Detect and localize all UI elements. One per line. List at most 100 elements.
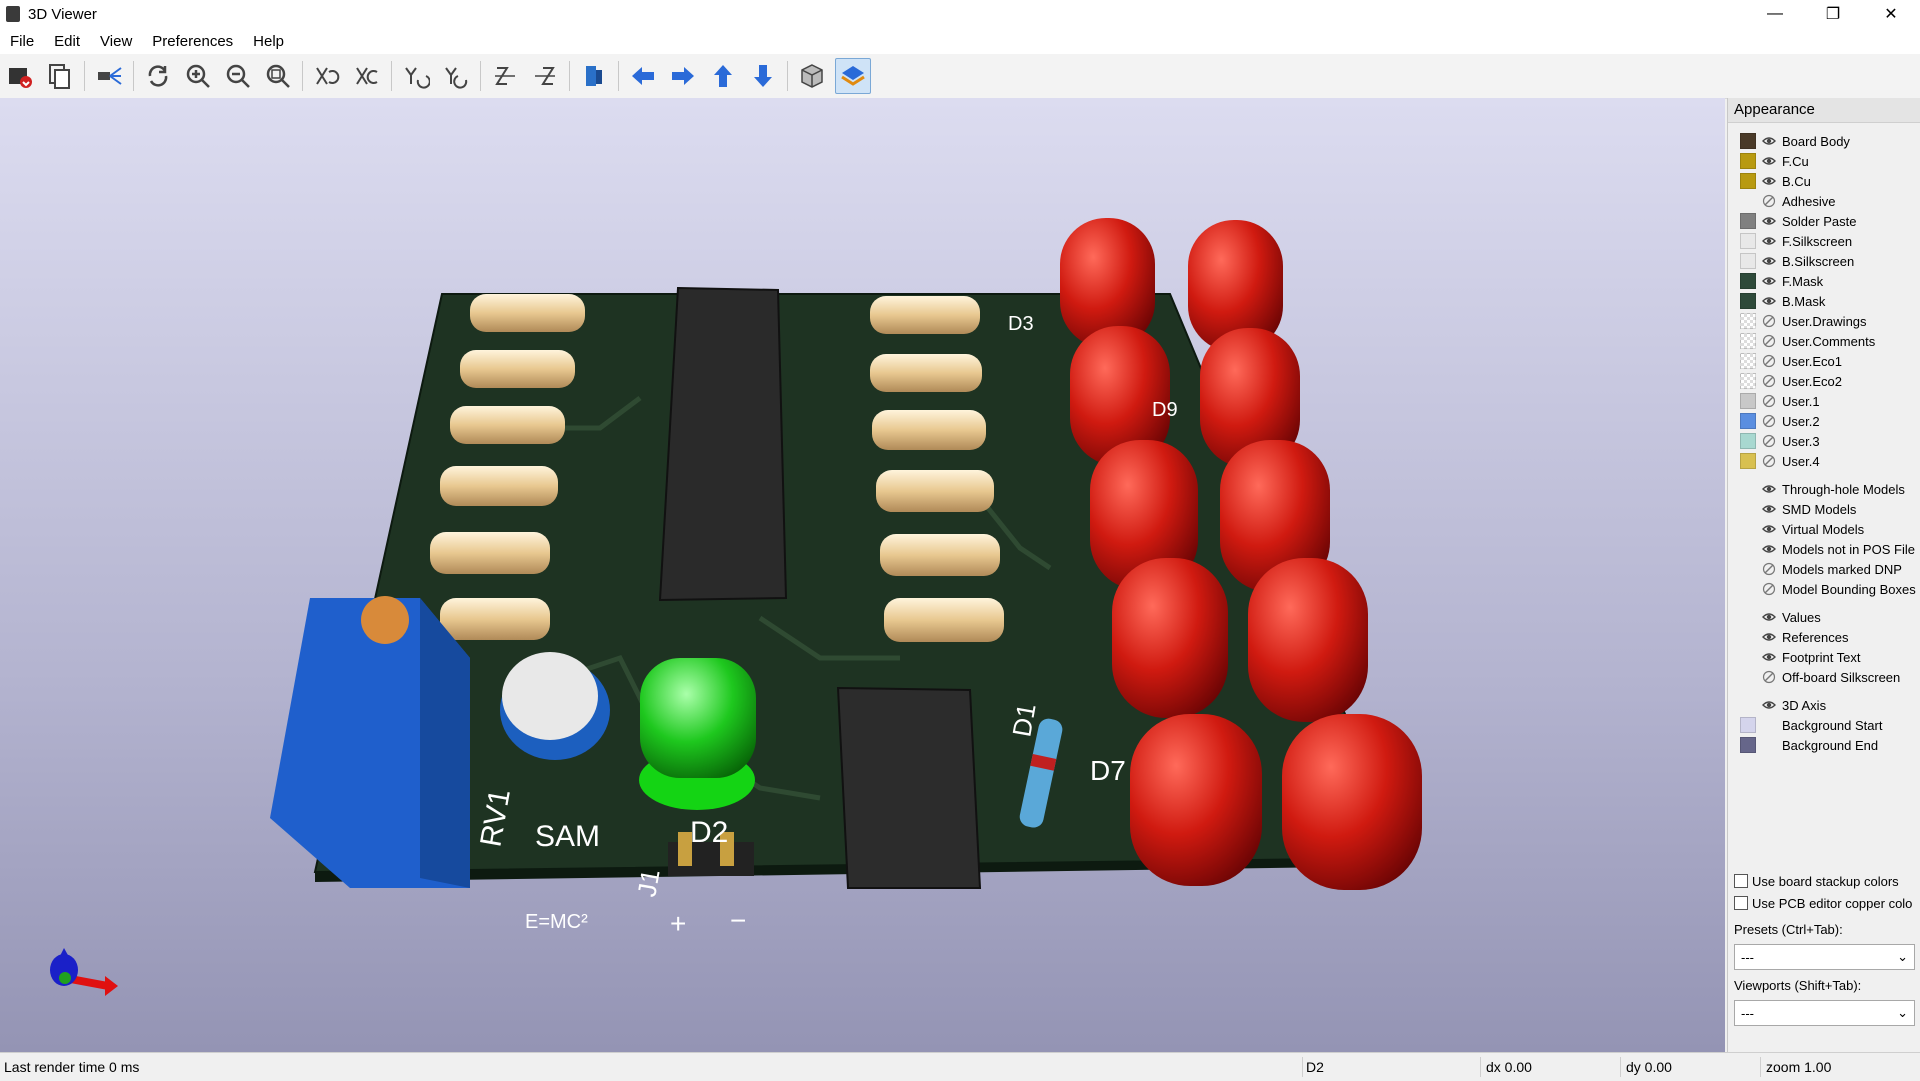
layers-row[interactable]: Solder Paste	[1728, 211, 1920, 231]
menu-file[interactable]: File	[0, 33, 44, 50]
menu-view[interactable]: View	[90, 33, 142, 50]
layers-row[interactable]: User.Eco1	[1728, 351, 1920, 371]
menu-help[interactable]: Help	[243, 33, 294, 50]
misc-label: Background Start	[1782, 717, 1883, 733]
layers-row[interactable]: F.Mask	[1728, 271, 1920, 291]
label-emc: E=MC²	[525, 911, 588, 933]
label-d1: D1	[1006, 701, 1041, 739]
layers-row[interactable]: User.3	[1728, 431, 1920, 451]
models-label: Model Bounding Boxes	[1782, 581, 1916, 597]
layers-row[interactable]: F.Cu	[1728, 151, 1920, 171]
layers-row[interactable]: Adhesive	[1728, 191, 1920, 211]
pan-left-icon[interactable]	[626, 59, 660, 93]
status-dx: dx 0.00	[1486, 1059, 1532, 1075]
layers-row[interactable]: F.Silkscreen	[1728, 231, 1920, 251]
color-swatch	[1740, 173, 1756, 189]
models-row[interactable]: Through-hole Models	[1728, 479, 1920, 499]
reload-icon[interactable]	[141, 59, 175, 93]
menu-edit[interactable]: Edit	[44, 33, 90, 50]
text-row[interactable]: Values	[1728, 607, 1920, 627]
eye-icon	[1762, 157, 1776, 165]
app-icon	[6, 6, 20, 22]
color-swatch	[1740, 373, 1756, 389]
layers-row[interactable]: User.Drawings	[1728, 311, 1920, 331]
layers-label: F.Cu	[1782, 153, 1809, 169]
layers-row[interactable]: B.Silkscreen	[1728, 251, 1920, 271]
rotate-x-cw-icon[interactable]	[310, 59, 344, 93]
layers-manager-icon[interactable]	[835, 58, 871, 94]
models-row[interactable]: Model Bounding Boxes	[1728, 579, 1920, 599]
eye-hidden-icon	[1762, 670, 1776, 684]
close-button[interactable]: ✕	[1862, 0, 1920, 28]
ortho-toggle-icon[interactable]	[795, 59, 829, 93]
color-swatch	[1740, 213, 1756, 229]
layers-label: User.3	[1782, 433, 1820, 449]
maximize-button[interactable]: ❐	[1804, 0, 1862, 28]
layers-label: Solder Paste	[1782, 213, 1857, 229]
appearance-panel: Appearance Board Body F.Cu B.Cu Adhesive Sol…	[1727, 98, 1920, 1052]
layers-row[interactable]: User.2	[1728, 411, 1920, 431]
led-d2	[640, 658, 756, 778]
rotate-x-ccw-icon[interactable]	[350, 59, 384, 93]
layers-label: User.2	[1782, 413, 1820, 429]
text-label: References	[1782, 629, 1849, 645]
raytrace-icon[interactable]	[92, 59, 126, 93]
presets-label: Presets (Ctrl+Tab):	[1734, 922, 1843, 937]
layers-label: B.Cu	[1782, 173, 1811, 189]
layers-row[interactable]: User.Comments	[1728, 331, 1920, 351]
menu-bar: File Edit View Preferences Help	[0, 28, 1920, 54]
eye-icon	[1762, 633, 1776, 641]
zoom-in-icon[interactable]	[181, 59, 215, 93]
rotate-y-ccw-icon[interactable]	[439, 59, 473, 93]
pcb-render: RV1 SAM E=MC² D2 J1 + − D1 D3 D7 D9	[50, 218, 1422, 996]
label-minus: −	[730, 905, 746, 936]
ic-large	[658, 286, 788, 602]
viewports-dropdown[interactable]: --- ⌄	[1734, 1000, 1915, 1026]
label-d3: D3	[1008, 313, 1034, 335]
presets-dropdown[interactable]: --- ⌄	[1734, 944, 1915, 970]
zoom-fit-icon[interactable]	[261, 59, 295, 93]
models-row[interactable]: Models not in POS File	[1728, 539, 1920, 559]
color-swatch	[1740, 233, 1756, 249]
text-row[interactable]: Footprint Text	[1728, 647, 1920, 667]
eye-icon	[1762, 505, 1776, 513]
rotate-y-cw-icon[interactable]	[399, 59, 433, 93]
eye-hidden-icon	[1762, 582, 1776, 596]
status-item: D2	[1306, 1059, 1324, 1075]
pan-right-icon[interactable]	[666, 59, 700, 93]
misc-row[interactable]: 3D Axis	[1728, 695, 1920, 715]
use-board-stackup-colors-checkbox[interactable]: Use board stackup colors	[1728, 870, 1920, 892]
misc-row[interactable]: Background Start	[1728, 715, 1920, 735]
eye-icon	[1762, 653, 1776, 661]
eye-hidden-icon	[1762, 394, 1776, 408]
export-image-icon[interactable]	[3, 59, 37, 93]
layers-row[interactable]: B.Cu	[1728, 171, 1920, 191]
rotate-z-ccw-icon[interactable]	[528, 59, 562, 93]
models-row[interactable]: Virtual Models	[1728, 519, 1920, 539]
flip-board-icon[interactable]	[577, 59, 611, 93]
eye-icon	[1762, 257, 1776, 265]
text-row[interactable]: Off-board Silkscreen	[1728, 667, 1920, 687]
layers-row[interactable]: B.Mask	[1728, 291, 1920, 311]
rotate-z-cw-icon[interactable]	[488, 59, 522, 93]
use-pcb-editor-copper-checkbox[interactable]: Use PCB editor copper colo	[1728, 892, 1920, 914]
layers-row[interactable]: Board Body	[1728, 131, 1920, 151]
copy-icon[interactable]	[43, 59, 77, 93]
pan-down-icon[interactable]	[746, 59, 780, 93]
eye-hidden-icon	[1762, 354, 1776, 368]
models-row[interactable]: SMD Models	[1728, 499, 1920, 519]
menu-preferences[interactable]: Preferences	[142, 33, 243, 50]
color-swatch	[1740, 153, 1756, 169]
layers-row[interactable]: User.4	[1728, 451, 1920, 471]
layers-row[interactable]: User.1	[1728, 391, 1920, 411]
minimize-button[interactable]: —	[1746, 0, 1804, 28]
layers-row[interactable]: User.Eco2	[1728, 371, 1920, 391]
zoom-out-icon[interactable]	[221, 59, 255, 93]
misc-row[interactable]: Background End	[1728, 735, 1920, 755]
3d-viewport[interactable]: RV1 SAM E=MC² D2 J1 + − D1 D3 D7 D9	[0, 98, 1725, 1052]
models-row[interactable]: Models marked DNP	[1728, 559, 1920, 579]
status-dy: dy 0.00	[1626, 1059, 1672, 1075]
text-row[interactable]: References	[1728, 627, 1920, 647]
label-j1: J1	[631, 867, 665, 899]
pan-up-icon[interactable]	[706, 59, 740, 93]
